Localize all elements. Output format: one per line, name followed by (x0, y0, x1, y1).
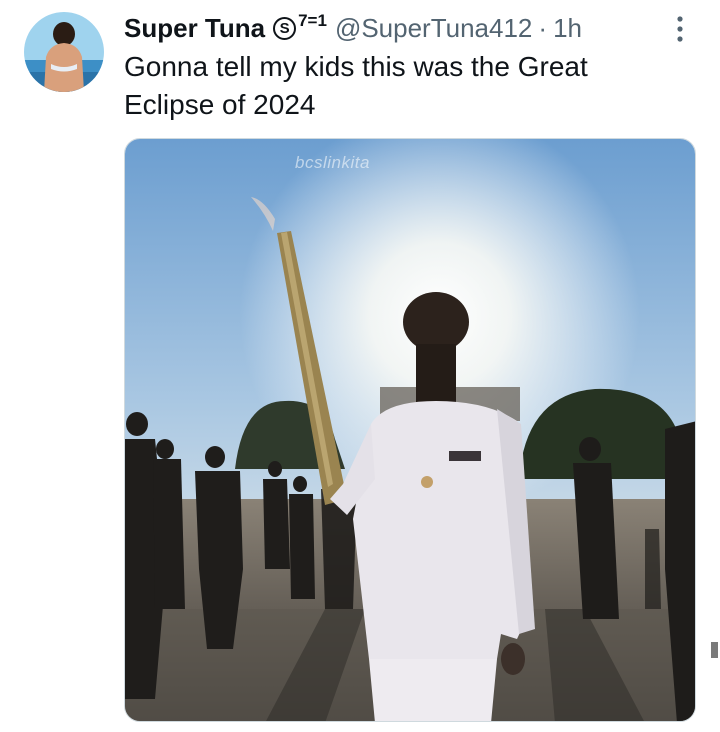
media-watermark: bcslinkita (295, 153, 370, 172)
photo-torchbearer (125, 139, 695, 721)
tweet-text: Gonna tell my kids this was the Great Ec… (124, 51, 588, 120)
avatar-photo (24, 12, 104, 92)
vertical-ellipsis-icon (677, 16, 683, 42)
circled-s-icon: S (273, 16, 297, 40)
scrollbar-thumb[interactable] (711, 642, 718, 658)
more-options-button[interactable] (666, 14, 694, 44)
separator-dot: · (538, 13, 548, 43)
user-handle[interactable]: @SuperTuna412 (335, 12, 532, 44)
avatar[interactable] (24, 12, 104, 92)
badge-suffix: 7=1 (298, 11, 327, 30)
tweet-timestamp[interactable]: 1h (553, 12, 582, 44)
name-emoji-badge: S 7=1 (273, 11, 327, 44)
tweet-header: Super Tuna S 7=1 @SuperTuna412 · 1h (124, 11, 582, 44)
display-name[interactable]: Super Tuna (124, 12, 265, 44)
tweet-media-photo[interactable]: bcslinkita (124, 138, 696, 722)
